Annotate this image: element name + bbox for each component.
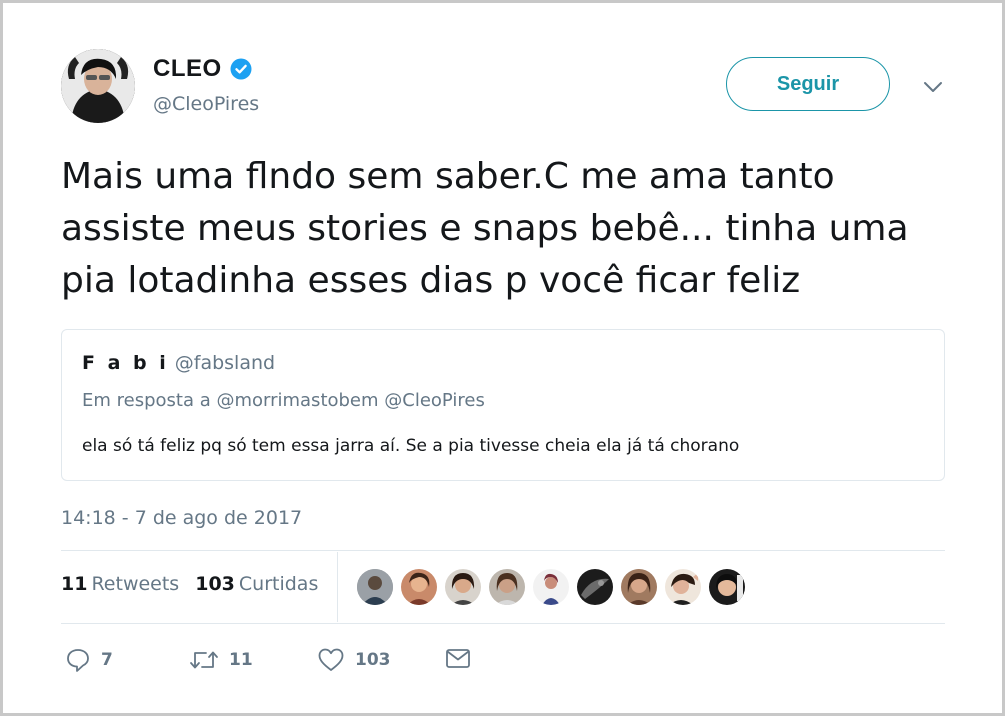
divider <box>61 550 945 551</box>
quoted-tweet-text: ela só tá feliz pq só tem essa jarra aí.… <box>82 436 740 456</box>
direct-message-button[interactable] <box>445 647 471 671</box>
like-count: 103 <box>355 650 391 670</box>
reply-icon <box>65 647 91 673</box>
liker-avatar[interactable] <box>621 569 657 605</box>
liker-avatar[interactable] <box>709 569 745 605</box>
quoted-tweet-reply-context: Em resposta a @morrimastobem @CleoPires <box>82 390 485 411</box>
liker-avatar[interactable] <box>489 569 525 605</box>
reply-count: 7 <box>101 650 113 670</box>
retweets-stat[interactable]: 11 Retweets <box>61 573 179 595</box>
follow-button[interactable]: Seguir <box>726 57 890 111</box>
tweet-timestamp[interactable]: 14:18 - 7 de ago de 2017 <box>61 507 302 529</box>
liker-avatar[interactable] <box>401 569 437 605</box>
divider <box>61 623 945 624</box>
like-button[interactable]: 103 <box>317 647 391 673</box>
quoted-tweet-name: F a b i <box>82 352 169 374</box>
quoted-tweet-header: F a b i @fabsland <box>82 352 275 374</box>
chevron-down-icon[interactable] <box>921 77 945 97</box>
retweet-button[interactable]: 11 <box>189 647 253 673</box>
liker-avatar[interactable] <box>665 569 701 605</box>
verified-badge-icon <box>230 58 252 80</box>
quoted-tweet-handle: @fabsland <box>174 352 276 374</box>
retweet-icon <box>189 647 219 673</box>
tweet-card: CLEO @CleoPires Seguir Mais uma flndo se… <box>0 0 1005 716</box>
liker-avatar[interactable] <box>357 569 393 605</box>
tweet-text: Mais uma flndo sem saber.C me ama tanto … <box>61 156 909 301</box>
likes-count: 103 <box>195 573 235 595</box>
liker-avatar[interactable] <box>533 569 569 605</box>
message-icon <box>445 647 471 671</box>
liker-avatars <box>357 569 745 605</box>
retweets-label: Retweets <box>91 573 180 595</box>
retweet-count: 11 <box>229 650 253 670</box>
display-name-row[interactable]: CLEO <box>153 55 252 83</box>
quoted-tweet[interactable]: F a b i @fabsland Em resposta a @morrimas… <box>61 329 945 481</box>
engagement-stats: 11 Retweets 103 Curtidas <box>61 573 318 595</box>
likes-stat[interactable]: 103 Curtidas <box>195 573 318 595</box>
retweets-count: 11 <box>61 573 88 595</box>
display-name[interactable]: CLEO <box>153 55 222 83</box>
reply-button[interactable]: 7 <box>65 647 113 673</box>
user-handle[interactable]: @CleoPires <box>153 93 259 115</box>
heart-icon <box>317 647 345 673</box>
likes-label: Curtidas <box>238 573 319 595</box>
liker-avatar[interactable] <box>445 569 481 605</box>
stats-divider <box>337 552 338 622</box>
avatar[interactable] <box>61 49 135 123</box>
liker-avatar[interactable] <box>577 569 613 605</box>
